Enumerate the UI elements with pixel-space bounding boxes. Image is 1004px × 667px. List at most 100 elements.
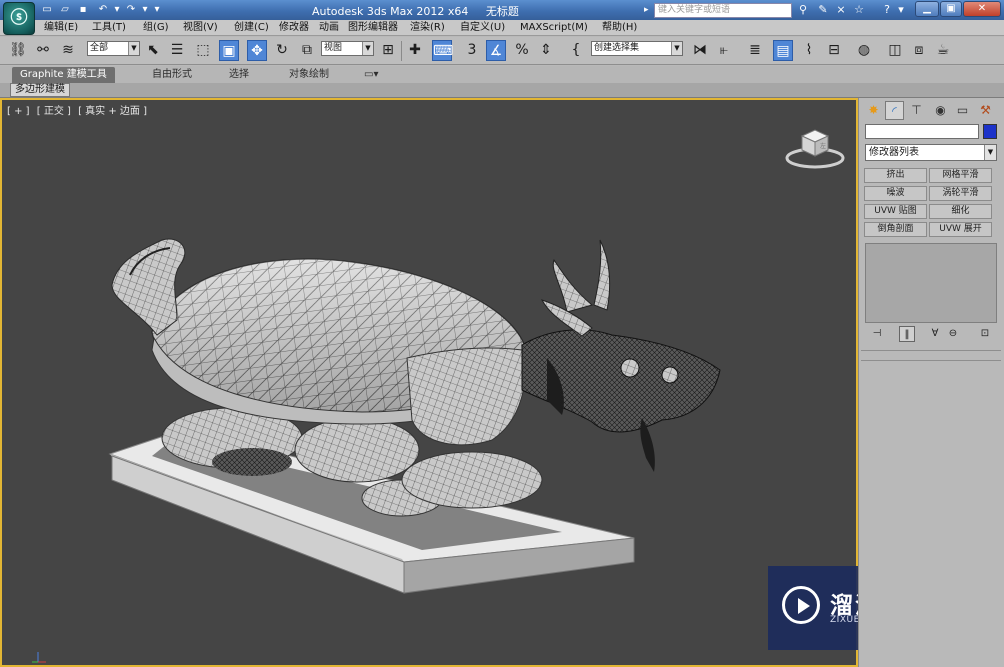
undo-icon[interactable]: ↶ — [96, 3, 110, 17]
select-and-move-icon[interactable]: ✥ — [247, 40, 267, 61]
reference-coordinate-dropdown[interactable]: 视图 ▼ — [321, 41, 374, 56]
bevel-profile-button[interactable]: 倒角剖面 — [864, 222, 927, 237]
render-setup-icon[interactable]: ◫ — [885, 40, 905, 61]
layer-manager-icon[interactable]: ≣ — [745, 40, 765, 61]
tab-graphite-modeling[interactable]: Graphite 建模工具 — [12, 67, 115, 83]
select-and-scale-icon[interactable]: ⧉ — [297, 40, 317, 61]
align-icon[interactable]: ⫦ — [714, 40, 734, 61]
mirror-icon[interactable]: ⧒ — [690, 40, 710, 61]
spinner-snap-icon[interactable]: ⇕ — [536, 40, 556, 61]
main-toolbar: ⛓ ⚯ ≋ 全部 ▼ ⬉ ☰ ⬚ ▣ ✥ ↻ ⧉ 视图 ▼ ⊞ ✚ ⌨ 3 ∡ … — [0, 37, 1004, 65]
search-expand-icon[interactable]: ▸ — [644, 3, 654, 18]
object-color-swatch[interactable] — [983, 124, 997, 139]
tab-selection[interactable]: 选择 — [229, 68, 249, 82]
angle-snap-icon[interactable]: ∡ — [486, 40, 506, 61]
open-file-icon[interactable]: ▱ — [58, 3, 72, 17]
unlink-icon[interactable]: ⚯ — [33, 40, 53, 61]
menu-group[interactable]: 组(G) — [143, 21, 169, 35]
selection-filter-value: 全部 — [90, 43, 109, 53]
unwrap-uvw-button[interactable]: UVW 展开 — [929, 222, 992, 237]
utilities-icon[interactable]: ⚒ — [976, 101, 995, 120]
display-icon[interactable]: ▭ — [953, 101, 972, 120]
curve-editor-icon[interactable]: ⌇ — [799, 40, 819, 61]
selection-filter-dropdown[interactable]: 全部 ▼ — [87, 41, 140, 56]
turbosmooth-button[interactable]: 涡轮平滑 — [929, 186, 992, 201]
tessellate-button[interactable]: 细化 — [929, 204, 992, 219]
noise-button[interactable]: 噪波 — [864, 186, 927, 201]
modifier-stack[interactable] — [865, 243, 997, 323]
menu-edit[interactable]: 编辑(E) — [44, 21, 78, 35]
menu-animation[interactable]: 动画 — [319, 21, 339, 35]
menu-views[interactable]: 视图(V) — [183, 21, 218, 35]
star-icon[interactable]: ☆ — [852, 3, 866, 17]
3ds-max-logo[interactable]: ⓢ — [3, 2, 35, 35]
binoculars-icon[interactable]: ⚲ — [796, 3, 810, 17]
select-and-manipulate-icon[interactable]: ✚ — [405, 40, 425, 61]
play-logo-icon — [782, 586, 820, 624]
keyboard-shortcut-override-icon[interactable]: ⌨ — [432, 40, 453, 61]
minimize-icon[interactable]: ▁ — [915, 1, 939, 17]
menu-maxscript[interactable]: MAXScript(M) — [520, 21, 588, 35]
tab-object-paint[interactable]: 对象绘制 — [289, 68, 329, 82]
select-and-link-icon[interactable]: ⛓ — [8, 40, 28, 61]
modifier-list-label: 修改器列表 — [869, 147, 919, 158]
select-by-name-icon[interactable]: ☰ — [167, 40, 187, 61]
wrench-icon[interactable]: ✎ — [816, 3, 830, 17]
modify-icon[interactable]: ◜ — [885, 101, 904, 120]
modifier-list-dropdown[interactable]: 修改器列表 ▼ — [865, 144, 997, 161]
hierarchy-icon[interactable]: ⊤ — [907, 101, 926, 120]
menu-tools[interactable]: 工具(T) — [92, 21, 126, 35]
viewcube[interactable]: 左 — [784, 124, 846, 170]
extrude-button[interactable]: 挤出 — [864, 168, 927, 183]
perspective-viewport[interactable]: [ + ] [ 正交 ] [ 真实 + 边面 ] 左 — [0, 98, 858, 667]
select-and-rotate-icon[interactable]: ↻ — [272, 40, 292, 61]
menu-customize[interactable]: 自定义(U) — [460, 21, 505, 35]
motion-icon[interactable]: ◉ — [931, 101, 950, 120]
render-production-icon[interactable]: ☕ — [933, 40, 953, 61]
edit-named-selection-icon[interactable]: { — [566, 40, 586, 61]
save-file-icon[interactable]: ▪ — [76, 3, 90, 17]
command-panel: ✸ ◜ ⊤ ◉ ▭ ⚒ 修改器列表 ▼ 挤出 网格平滑 噪波 涡轮平滑 UVW … — [858, 98, 1004, 667]
new-file-icon[interactable]: ▭ — [40, 3, 54, 17]
make-unique-icon[interactable]: ∀ — [927, 326, 943, 342]
menu-help[interactable]: 帮助(H) — [602, 21, 637, 35]
window-crossing-icon[interactable]: ▣ — [219, 40, 239, 61]
ribbon-tabs: Graphite 建模工具 自由形式 选择 对象绘制 ▭▾ — [0, 66, 1004, 83]
uvw-map-button[interactable]: UVW 贴图 — [864, 204, 927, 219]
customize-arrow-icon[interactable]: ▾ — [150, 3, 164, 17]
undo-dropdown-icon[interactable]: ▾ — [110, 3, 124, 17]
schematic-view-icon[interactable]: ⊟ — [824, 40, 844, 61]
snaps-toggle-icon[interactable]: 3 — [462, 40, 482, 61]
help-icon[interactable]: ? — [880, 3, 894, 17]
named-selection-dropdown[interactable]: 创建选择集 ▼ — [591, 41, 683, 56]
create-icon[interactable]: ✸ — [864, 101, 883, 120]
rectangular-selection-icon[interactable]: ⬚ — [193, 40, 213, 61]
menu-modifiers[interactable]: 修改器 — [279, 21, 309, 35]
maximize-icon[interactable]: ▣ — [940, 1, 962, 17]
percent-snap-icon[interactable]: % — [512, 40, 532, 61]
menu-rendering[interactable]: 渲染(R) — [410, 21, 445, 35]
menu-graph-editors[interactable]: 图形编辑器 — [348, 21, 398, 35]
tab-freeform[interactable]: 自由形式 — [152, 68, 192, 82]
bind-space-warp-icon[interactable]: ≋ — [58, 40, 78, 61]
pin-stack-icon[interactable]: ⊣ — [869, 326, 885, 342]
configure-modifier-sets-icon[interactable]: ⊡ — [977, 326, 993, 342]
menu-create[interactable]: 创建(C) — [234, 21, 269, 35]
close-icon[interactable]: ✕ — [963, 1, 1001, 17]
select-object-icon[interactable]: ⬉ — [143, 40, 163, 61]
chevron-down-icon: ▼ — [362, 42, 373, 55]
use-pivot-center-icon[interactable]: ⊞ — [378, 40, 398, 61]
object-name-input[interactable] — [865, 124, 979, 139]
meshsmooth-button[interactable]: 网格平滑 — [929, 168, 992, 183]
no-signal-icon[interactable]: ⨯ — [834, 3, 848, 17]
material-editor-icon[interactable]: ◍ — [854, 40, 874, 61]
graphite-toggle-icon[interactable]: ▤ — [773, 40, 793, 61]
remove-modifier-icon[interactable]: ⊖ — [945, 326, 961, 342]
redo-icon[interactable]: ↷ — [124, 3, 138, 17]
ribbon-options-icon[interactable]: ▭▾ — [364, 68, 378, 82]
polygon-modeling-panel[interactable]: 多边形建模 — [10, 83, 70, 97]
help-dropdown-icon[interactable]: ▾ — [894, 3, 908, 17]
show-end-result-icon[interactable]: ‖ — [899, 326, 915, 342]
rendered-frame-window-icon[interactable]: ⧈ — [909, 40, 929, 61]
search-input[interactable]: 键入关键字或短语 — [654, 3, 792, 18]
